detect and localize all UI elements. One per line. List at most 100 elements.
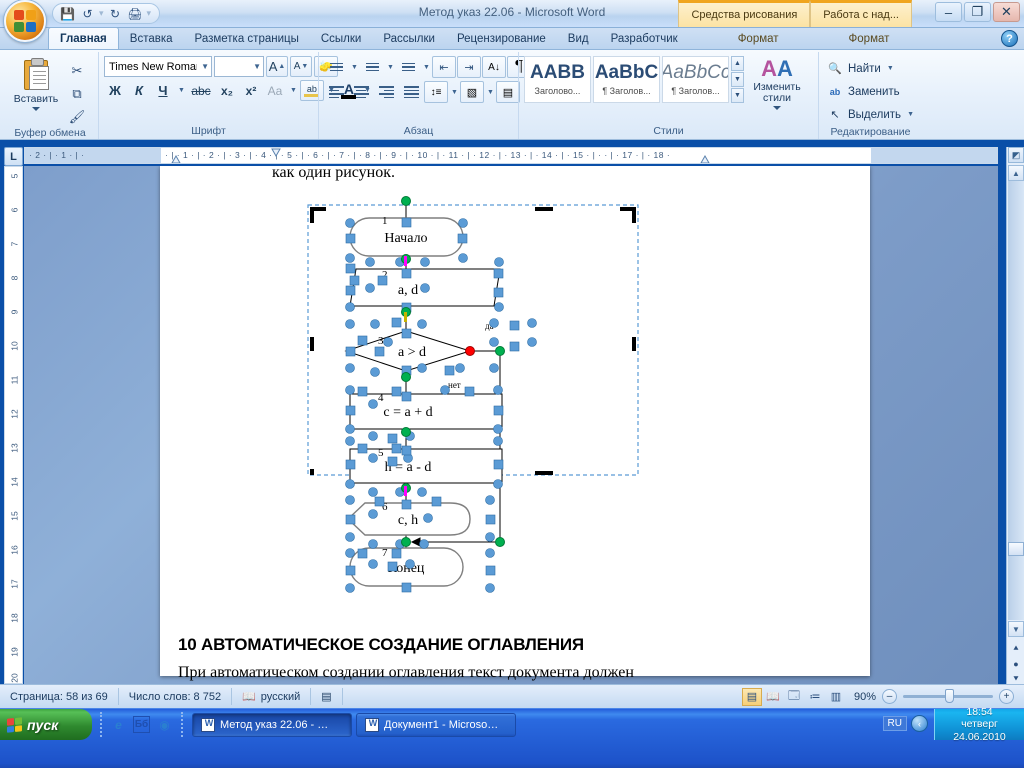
browse-object-icon[interactable]: ●	[1008, 656, 1024, 672]
format-painter-icon[interactable]: 🖌	[65, 106, 89, 127]
web-layout-icon[interactable]: 🗔	[784, 688, 804, 706]
strikethrough-button[interactable]: abc	[188, 80, 214, 101]
scroll-down-arrow-icon[interactable]: ▼	[1008, 621, 1024, 637]
contextual-tab-drawing-tools[interactable]: Средства рисования	[678, 0, 811, 27]
taskbar-item-0[interactable]: Метод указ 22.06 - …	[192, 713, 352, 737]
zoom-level-label[interactable]: 90%	[854, 691, 876, 703]
shading-icon[interactable]: ▧	[460, 81, 484, 103]
language-bar[interactable]: RU ‹	[882, 715, 928, 732]
font-name-combo[interactable]: Times New Roman ▼	[104, 56, 212, 77]
tab-review[interactable]: Рецензирование	[446, 28, 557, 49]
paste-dropdown-icon[interactable]	[32, 107, 40, 111]
close-button[interactable]: ✕	[993, 2, 1020, 22]
previous-page-icon[interactable]: ⯅	[1008, 640, 1024, 656]
scrollbar-thumb[interactable]	[1008, 542, 1024, 556]
paste-button[interactable]: Вставить	[7, 56, 65, 111]
status-language[interactable]: 📖 русский	[232, 688, 312, 705]
tab-home[interactable]: Главная	[48, 27, 119, 49]
borders-icon[interactable]: ▤	[496, 81, 520, 103]
vertical-scrollbar[interactable]: ◩ ▲ ▼ ⯅ ● ⯆	[1006, 147, 1024, 684]
language-indicator[interactable]: RU	[882, 716, 907, 731]
horizontal-ruler[interactable]: · 2 · | · 1 · | · · | · 1 · | · 2 · | · …	[24, 147, 998, 164]
vertical-ruler[interactable]: 5 6 7 8 9 10 11 12 13 14 15 16 17 18 19 …	[4, 166, 23, 684]
shading-dropdown-icon[interactable]: ▼	[485, 82, 495, 103]
tab-view[interactable]: Вид	[557, 28, 600, 49]
status-words[interactable]: Число слов: 8 752	[119, 688, 233, 705]
zoom-in-button[interactable]: +	[999, 689, 1014, 704]
full-screen-reading-icon[interactable]: 📖	[763, 688, 783, 706]
superscript-button[interactable]: x²	[240, 80, 262, 101]
change-case-dropdown-icon[interactable]: ▼	[288, 80, 298, 101]
internet-explorer-icon[interactable]: e	[110, 716, 127, 733]
office-button[interactable]	[4, 0, 46, 42]
font-name-dropdown-icon[interactable]: ▼	[197, 62, 209, 71]
select-dropdown-icon[interactable]: ▼	[907, 111, 914, 118]
multilevel-list-icon[interactable]	[396, 56, 420, 78]
start-button[interactable]: пуск	[0, 709, 92, 740]
align-center-icon[interactable]	[349, 81, 373, 103]
line-spacing-dropdown-icon[interactable]: ▼	[449, 82, 459, 103]
line-spacing-icon[interactable]: ↕≡	[424, 81, 448, 103]
tab-references[interactable]: Ссылки	[310, 28, 373, 49]
bold-button[interactable]: Ж	[104, 80, 126, 101]
change-styles-dropdown-icon[interactable]	[773, 106, 781, 111]
tab-mailings[interactable]: Рассылки	[372, 28, 446, 49]
tab-stop-selector[interactable]: L	[4, 147, 23, 166]
scroll-up-arrow-icon[interactable]: ▲	[1008, 165, 1024, 181]
tab-developer[interactable]: Разработчик	[600, 28, 689, 49]
tab-insert[interactable]: Вставка	[119, 28, 184, 49]
document-canvas[interactable]: как один рисунок. Начало 1 a, d 2 a > d …	[24, 166, 998, 684]
copy-icon[interactable]: ⧉	[65, 83, 89, 104]
align-left-icon[interactable]	[324, 81, 348, 103]
media-icon[interactable]: ◉	[156, 716, 173, 733]
numbering-dropdown-icon[interactable]: ▼	[385, 57, 395, 78]
draft-icon[interactable]: ▥	[826, 688, 846, 706]
zoom-out-button[interactable]: –	[882, 689, 897, 704]
sort-icon[interactable]: A↓	[482, 56, 506, 78]
flowchart-drawing-canvas[interactable]: Начало 1 a, d 2 a > d 3 да нет c = a + d…	[160, 166, 870, 626]
find-dropdown-icon[interactable]: ▼	[887, 65, 894, 72]
bullets-dropdown-icon[interactable]: ▼	[349, 57, 359, 78]
taskbar-item-1[interactable]: Документ1 - Microso…	[356, 713, 516, 737]
font-size-combo[interactable]: ▼	[214, 56, 264, 77]
font-size-dropdown-icon[interactable]: ▼	[249, 62, 261, 71]
tab-page-layout[interactable]: Разметка страницы	[184, 28, 310, 49]
underline-dropdown-icon[interactable]: ▼	[176, 80, 186, 101]
change-case-button[interactable]: Aa	[264, 80, 286, 101]
replace-button[interactable]: ab Заменить	[824, 80, 903, 103]
subscript-button[interactable]: x₂	[216, 80, 238, 101]
status-page[interactable]: Страница: 58 из 69	[0, 688, 119, 705]
minimize-button[interactable]: –	[935, 2, 962, 22]
decrease-indent-icon[interactable]: ⇤	[432, 56, 456, 78]
tab-format-header[interactable]: Формат	[838, 28, 901, 49]
bb-icon[interactable]: Бб	[133, 716, 150, 733]
zoom-slider-thumb[interactable]	[945, 689, 954, 703]
system-tray-clock[interactable]: 18:54 четверг 24.06.2010	[934, 706, 1024, 743]
tray-expand-icon[interactable]: ‹	[911, 715, 928, 732]
help-icon[interactable]: ?	[1001, 30, 1018, 47]
multilevel-dropdown-icon[interactable]: ▼	[421, 57, 431, 78]
style-item-2[interactable]: AaBbCc ¶ Заголов...	[662, 56, 729, 103]
select-browse-object-icon[interactable]: ◩	[1008, 147, 1024, 163]
print-layout-icon[interactable]: ▤	[741, 687, 762, 706]
zoom-slider-track[interactable]	[903, 689, 993, 703]
styles-more-icon[interactable]: ▼	[731, 88, 744, 103]
status-macro[interactable]: ▤	[311, 688, 343, 705]
tab-format-drawing[interactable]: Формат	[727, 28, 790, 49]
style-item-0[interactable]: AABB Заголово...	[524, 56, 591, 103]
styles-scroll-down-icon[interactable]: ▼	[731, 72, 744, 87]
increase-indent-icon[interactable]: ⇥	[457, 56, 481, 78]
contextual-tab-header-footer-tools[interactable]: Работа с над...	[810, 0, 912, 27]
shrink-font-button[interactable]: A ▼	[290, 56, 312, 77]
select-button[interactable]: ↖ Выделить ▼	[824, 103, 917, 126]
align-right-icon[interactable]	[374, 81, 398, 103]
underline-button[interactable]: Ч	[152, 80, 174, 101]
change-styles-button[interactable]: AA Изменить стили	[746, 56, 808, 111]
styles-scroll-up-icon[interactable]: ▲	[731, 56, 744, 71]
find-button[interactable]: 🔍 Найти ▼	[824, 57, 897, 80]
italic-button[interactable]: К	[128, 80, 150, 101]
numbered-list-icon[interactable]	[360, 56, 384, 78]
bullet-list-icon[interactable]	[324, 56, 348, 78]
style-item-1[interactable]: AaBbC ¶ Заголов...	[593, 56, 660, 103]
scissors-icon[interactable]: ✂	[65, 60, 89, 81]
